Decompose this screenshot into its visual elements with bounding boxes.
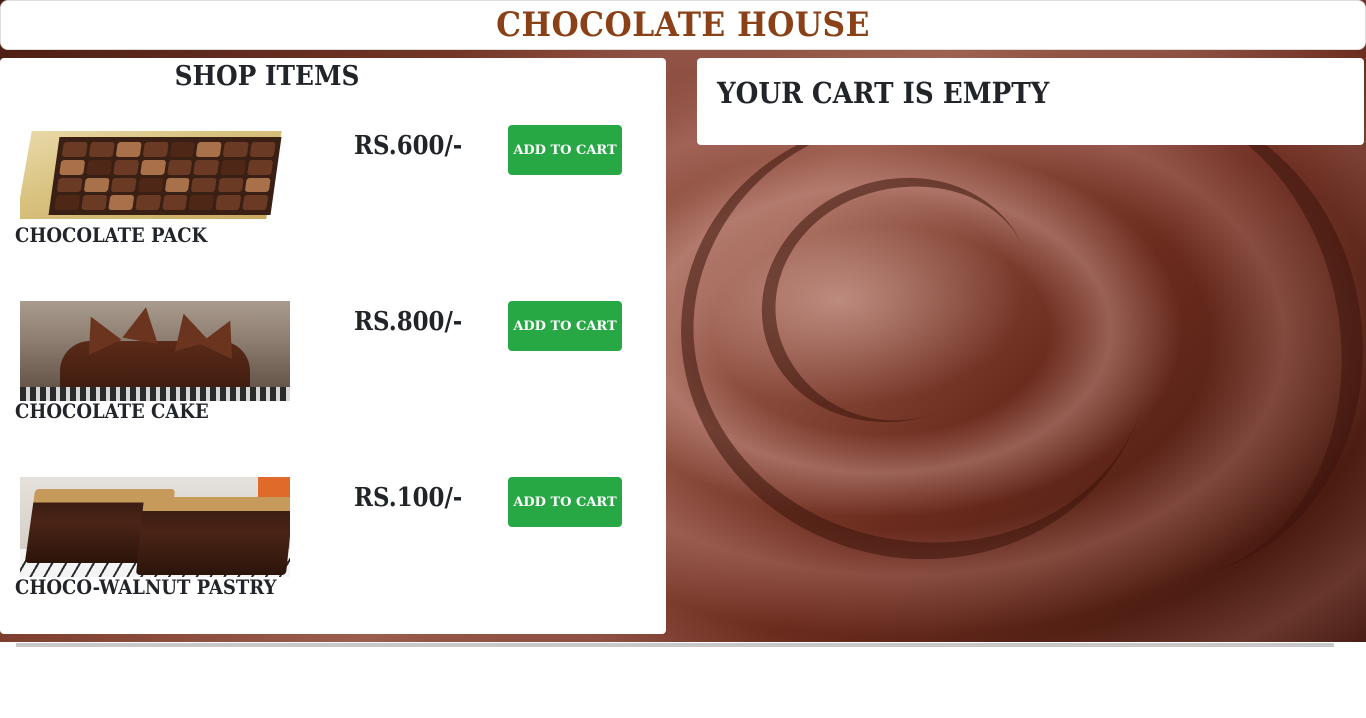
shop-item: CHOCOLATE CAKE RS.800/- ADD TO CART [0, 301, 666, 451]
item-price: RS.600/- [354, 131, 463, 161]
item-name: CHOCOLATE PACK [15, 223, 208, 247]
add-to-cart-button[interactable]: ADD TO CART [508, 301, 622, 351]
shop-items-panel: SHOP ITEMS CHOCOLATE PACK RS.600/- ADD T… [0, 58, 666, 634]
item-price: RS.100/- [354, 483, 463, 513]
add-to-cart-button[interactable]: ADD TO CART [508, 477, 622, 527]
choco-walnut-pastry-image [20, 477, 290, 577]
item-name: CHOCOLATE CAKE [15, 399, 209, 423]
page: CHOCOLATE HOUSE SHOP ITEMS CHOCOLATE PAC… [0, 0, 1366, 718]
horizontal-scrollbar[interactable] [16, 643, 1334, 647]
site-title: CHOCOLATE HOUSE [496, 5, 870, 45]
item-price: RS.800/- [354, 307, 463, 337]
site-header: CHOCOLATE HOUSE [0, 0, 1366, 50]
shop-items-heading: SHOP ITEMS [174, 61, 360, 92]
chocolate-pack-image [20, 125, 290, 225]
shop-item: CHOCOLATE PACK RS.600/- ADD TO CART [0, 125, 666, 275]
add-to-cart-button[interactable]: ADD TO CART [508, 125, 622, 175]
cart-panel: YOUR CART IS EMPTY [697, 58, 1364, 145]
shop-item: CHOCO-WALNUT PASTRY RS.100/- ADD TO CART [0, 477, 666, 627]
cart-empty-message: YOUR CART IS EMPTY [717, 76, 1050, 110]
item-name: CHOCO-WALNUT PASTRY [15, 575, 277, 599]
chocolate-cake-image [20, 301, 290, 401]
